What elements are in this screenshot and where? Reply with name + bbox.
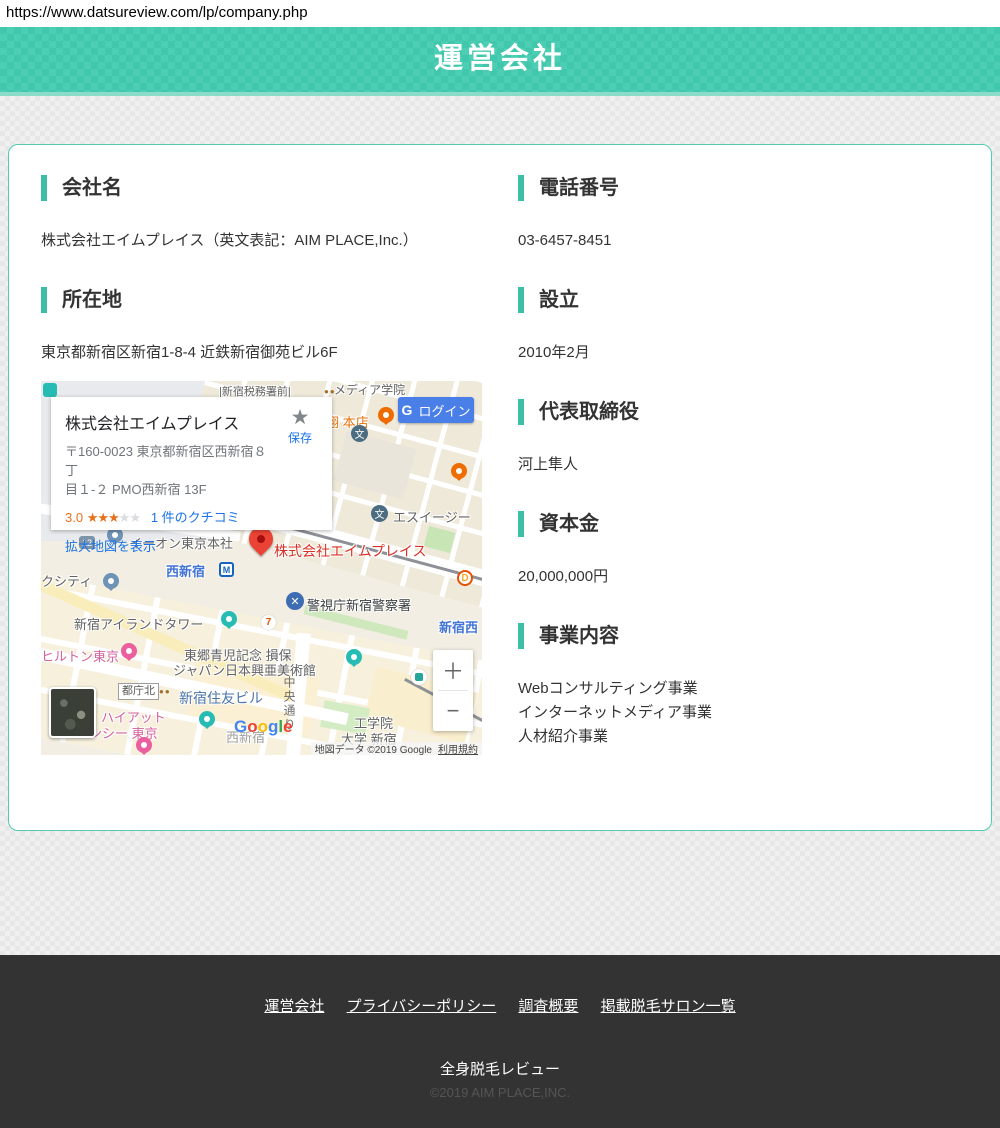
business-line: インターネットメディア事業 bbox=[518, 701, 959, 725]
school-icon: 文 bbox=[371, 505, 388, 522]
map-label-sumitomo: 新宿住友ビル bbox=[179, 688, 263, 708]
seven-eleven-icon: 7 bbox=[261, 615, 276, 630]
map-poi-icon bbox=[43, 383, 57, 397]
zoom-in-button[interactable]: ＋ bbox=[433, 650, 473, 690]
site-footer: 運営会社 プライバシーポリシー 調査概要 掲載脱毛サロン一覧 全身脱毛レビュー … bbox=[0, 955, 1000, 1128]
footer-nav: 運営会社 プライバシーポリシー 調査概要 掲載脱毛サロン一覧 bbox=[0, 995, 1000, 1016]
established-value: 2010年2月 bbox=[518, 341, 959, 365]
street-view-thumbnail[interactable] bbox=[49, 687, 96, 738]
phone-heading: 電話番号 bbox=[518, 175, 959, 201]
map-attribution: 地図データ ©2019 Google 利用規約 bbox=[311, 742, 482, 755]
google-g-icon: G bbox=[402, 402, 413, 418]
copyright: ©2019 AIM PLACE,INC. bbox=[0, 1085, 1000, 1100]
map-info-window: 株式会社エイムプレイス ★ 保存 〒160-0023 東京都新宿区西新宿８丁 目… bbox=[51, 397, 332, 530]
shop-pin-icon[interactable]: D bbox=[457, 570, 473, 586]
section-ceo: 代表取締役 河上隼人 bbox=[518, 399, 959, 477]
google-map-embed[interactable]: |新宿税務署前| ●● メディア学院 翔 本店 文 文 エスイージー 12 イー… bbox=[41, 381, 482, 755]
poi-pin-icon[interactable] bbox=[199, 711, 215, 727]
business-line: Webコンサルティング事業 bbox=[518, 677, 959, 701]
save-place-control[interactable]: ★ 保存 bbox=[282, 407, 318, 446]
address-heading: 所在地 bbox=[41, 287, 482, 313]
info-window-rating: 3.0 ★★★★★ 1 件のクチコミ bbox=[65, 507, 318, 526]
map-zoom-control: ＋ − bbox=[433, 650, 473, 731]
company-name-heading: 会社名 bbox=[41, 175, 482, 201]
police-icon: ✕ bbox=[286, 592, 304, 610]
company-info-card: 会社名 株式会社エイムプレイス（英文表記：AIM PLACE,Inc.） 所在地… bbox=[8, 144, 992, 831]
established-heading: 設立 bbox=[518, 287, 959, 313]
map-label-media-school: メディア学院 bbox=[334, 381, 405, 398]
map-label-station: 西新宿 bbox=[166, 561, 205, 580]
map-road-dots: ●● bbox=[159, 687, 171, 696]
reviews-link[interactable]: 1 件のクチコミ bbox=[151, 510, 240, 525]
section-phone: 電話番号 03-6457-8451 bbox=[518, 175, 959, 253]
section-address: 所在地 東京都新宿区新宿1-8-4 近鉄新宿御苑ビル6F bbox=[41, 287, 482, 755]
google-logo: Google bbox=[234, 717, 293, 737]
section-business: 事業内容 Webコンサルティング事業 インターネットメディア事業 人材紹介事業 bbox=[518, 623, 959, 749]
map-data-credit: 地図データ ©2019 Google bbox=[315, 741, 432, 755]
business-line: 人材紹介事業 bbox=[518, 725, 959, 749]
section-capital: 資本金 20,000,000円 bbox=[518, 511, 959, 589]
map-label-island-tower: 新宿アイランドタワー bbox=[74, 614, 203, 633]
section-company-name: 会社名 株式会社エイムプレイス（英文表記：AIM PLACE,Inc.） bbox=[41, 175, 482, 253]
save-label: 保存 bbox=[282, 429, 318, 446]
star-save-icon[interactable]: ★ bbox=[282, 407, 318, 429]
rating-stars-filled: ★★★ bbox=[87, 510, 119, 525]
rating-stars-empty: ★★ bbox=[119, 510, 140, 525]
phone-value: 03-6457-8451 bbox=[518, 229, 959, 253]
footer-link-privacy[interactable]: プライバシーポリシー bbox=[347, 998, 497, 1015]
site-name: 全身脱毛レビュー bbox=[0, 1058, 1000, 1079]
school-icon: 文 bbox=[351, 425, 368, 442]
poi-pin-icon[interactable] bbox=[103, 573, 119, 589]
info-window-title: 株式会社エイムプレイス bbox=[65, 410, 318, 434]
museum-pin-icon[interactable] bbox=[346, 649, 362, 665]
footer-link-company[interactable]: 運営会社 bbox=[264, 998, 324, 1015]
business-heading: 事業内容 bbox=[518, 623, 959, 649]
ceo-value: 河上隼人 bbox=[518, 453, 959, 477]
map-label-kushiti: クシティ bbox=[41, 571, 92, 590]
restaurant-pin-icon[interactable] bbox=[378, 407, 394, 423]
page-background: 会社名 株式会社エイムプレイス（英文表記：AIM PLACE,Inc.） 所在地… bbox=[0, 96, 1000, 955]
map-label-shinjuku-nishi: 新宿西 bbox=[439, 617, 478, 636]
page-title: 運営会社 bbox=[0, 27, 1000, 92]
footer-link-survey[interactable]: 調査概要 bbox=[518, 998, 578, 1015]
map-label-seg: エスイージー bbox=[393, 507, 471, 526]
login-label: ログイン bbox=[418, 401, 470, 420]
restaurant-pin-icon[interactable] bbox=[451, 463, 467, 479]
google-login-button[interactable]: G ログイン bbox=[398, 397, 474, 423]
capital-heading: 資本金 bbox=[518, 511, 959, 537]
company-name-value: 株式会社エイムプレイス（英文表記：AIM PLACE,Inc.） bbox=[41, 229, 482, 253]
rating-score: 3.0 bbox=[65, 510, 83, 525]
enlarge-map-link[interactable]: 拡大地図を表示 bbox=[65, 536, 156, 555]
section-established: 設立 2010年2月 bbox=[518, 287, 959, 365]
hotel-pin-icon[interactable] bbox=[136, 737, 152, 753]
address-value: 東京都新宿区新宿1-8-4 近鉄新宿御苑ビル6F bbox=[41, 341, 482, 365]
info-window-address: 〒160-0023 東京都新宿区西新宿８丁 目１-２ PMO西新宿 13F bbox=[65, 442, 275, 499]
footer-link-salons[interactable]: 掲載脱毛サロン一覧 bbox=[601, 998, 736, 1015]
map-label-tocho-kita: 都庁北 bbox=[118, 683, 159, 700]
map-terms-link[interactable]: 利用規約 bbox=[438, 741, 478, 755]
bus-stop-icon bbox=[411, 669, 427, 685]
zoom-out-button[interactable]: − bbox=[433, 691, 473, 731]
browser-url[interactable]: https://www.datsureview.com/lp/company.p… bbox=[0, 0, 1000, 27]
map-label-hilton: ヒルトン東京 bbox=[41, 646, 119, 665]
poi-pin-icon[interactable] bbox=[221, 611, 237, 627]
metro-logo-icon: M bbox=[219, 562, 234, 577]
capital-value: 20,000,000円 bbox=[518, 565, 959, 589]
hotel-pin-icon[interactable] bbox=[121, 643, 137, 659]
ceo-heading: 代表取締役 bbox=[518, 399, 959, 425]
map-label-police: 警視庁新宿警察署 bbox=[307, 595, 411, 614]
page-header: 運営会社 bbox=[0, 27, 1000, 96]
